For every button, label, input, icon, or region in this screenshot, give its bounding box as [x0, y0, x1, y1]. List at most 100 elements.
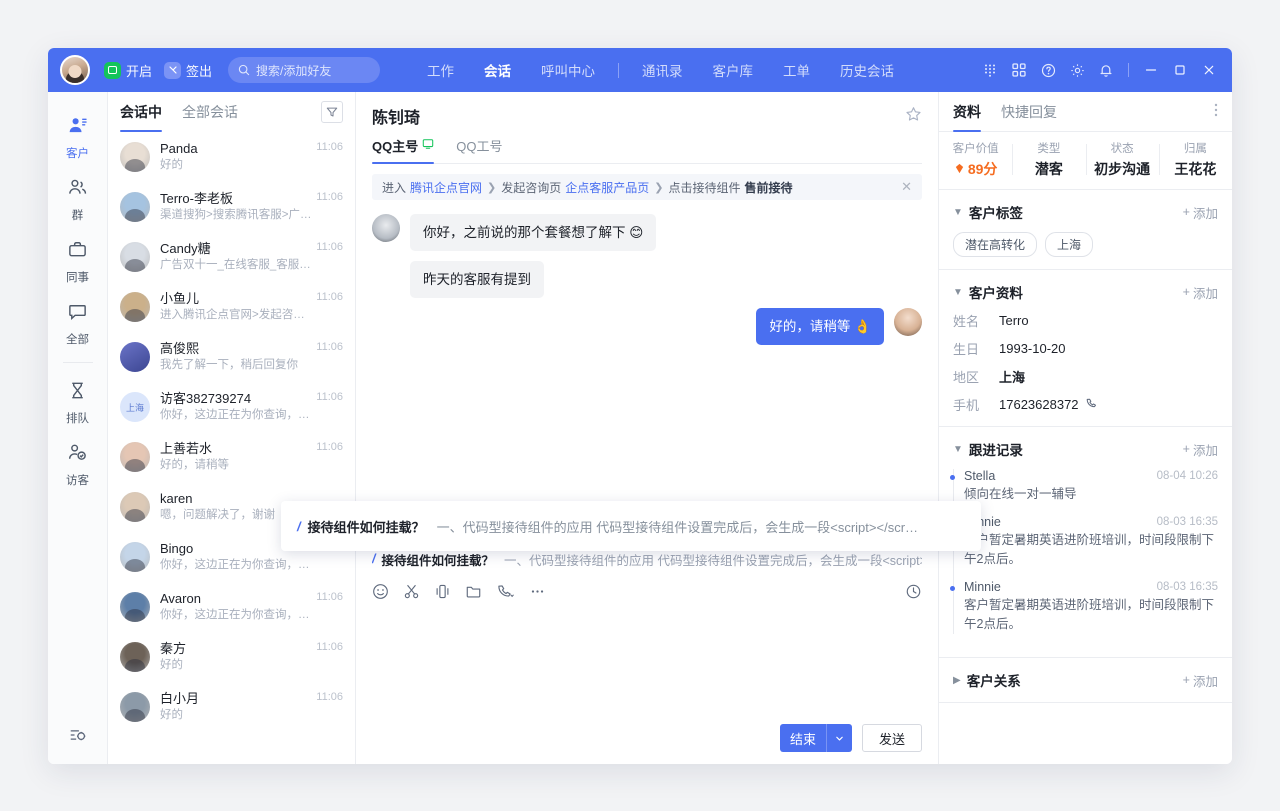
list-item[interactable]: 上海访客382739274 你好，这边正在为你查询，请稍等11:06	[108, 382, 355, 432]
search-input[interactable]: 搜索/添加好友	[228, 57, 381, 83]
phone-call-icon[interactable]	[496, 583, 515, 600]
chevron-down-icon[interactable]: ▼	[953, 444, 963, 455]
sidebar-label-visitor: 访客	[66, 475, 89, 487]
message-bubble[interactable]: 好的，请稍等 👌	[756, 308, 884, 345]
section-header[interactable]: ▶ 客户关系 + 添加	[953, 670, 1218, 690]
phone-icon[interactable]	[1085, 397, 1098, 413]
follow-record-text: 倾向在线一对一辅导	[964, 487, 1077, 501]
tab-qq-worker[interactable]: QQ工号	[456, 136, 502, 163]
list-item[interactable]: Panda 好的 11:06	[108, 132, 355, 182]
tab-profile[interactable]: 资料	[953, 92, 981, 132]
breadcrumb-link-2[interactable]: 企点客服产品页	[565, 179, 649, 196]
star-outline-icon[interactable]	[905, 106, 922, 128]
presence-toggle[interactable]: 开启	[104, 61, 152, 80]
message-bubble[interactable]: 你好，之前说的那个套餐想了解下 😊	[410, 214, 657, 251]
bell-icon[interactable]	[1093, 57, 1119, 83]
more-ellipsis-icon[interactable]	[529, 583, 546, 600]
quick-reply-popup[interactable]: / 接待组件如何挂载？ 一、代码型接待组件的应用 代码型接待组件设置完成后，会生…	[281, 501, 981, 551]
list-item-preview: 你好，这边正在为你查询，请稍等	[160, 559, 315, 571]
dialpad-icon[interactable]	[977, 57, 1003, 83]
chevron-down-icon[interactable]: ▼	[953, 207, 963, 218]
tab-in-session[interactable]: 会话中	[120, 93, 162, 132]
add-profile-button[interactable]: + 添加	[1183, 283, 1218, 302]
add-tag-button[interactable]: + 添加	[1183, 203, 1218, 222]
filter-icon[interactable]	[321, 101, 343, 123]
sidebar-item-colleague[interactable]: 同事	[48, 230, 108, 292]
sidebar-item-group[interactable]: 群	[48, 168, 108, 230]
chevron-down-icon[interactable]	[825, 724, 852, 752]
message-input[interactable]	[372, 606, 922, 724]
list-item-name: 秦方	[160, 641, 187, 656]
nav-item-history[interactable]: 历史会话	[825, 48, 909, 92]
sidebar-item-queue[interactable]: 排队	[48, 371, 108, 433]
list-item[interactable]: 高俊熙 我先了解一下，稍后回复你 11:06	[108, 332, 355, 382]
app-window: 开启 签出 搜索/添加好友 工作 会话 呼叫中心 通讯录 客户库 工单 历史会话	[48, 48, 1232, 764]
sidebar-item-customer[interactable]: 客户	[48, 106, 108, 168]
section-header[interactable]: ▼ 客户资料 + 添加	[953, 282, 1218, 302]
chevron-right-icon[interactable]: ▶	[953, 675, 961, 686]
shake-icon[interactable]	[434, 583, 451, 600]
list-item[interactable]: Terro-李老板渠道搜狗>搜索腾讯客服>广告双十一_在线11:06	[108, 182, 355, 232]
chat-header: 陈钊琦 QQ主号 QQ工号	[356, 92, 938, 164]
section-header[interactable]: ▼ 客户标签 + 添加	[953, 202, 1218, 222]
diamond-icon	[954, 161, 965, 177]
user-avatar[interactable]	[60, 55, 90, 85]
folder-icon[interactable]	[465, 583, 482, 600]
close-icon[interactable]: ✕	[901, 179, 912, 195]
add-follow-button[interactable]: + 添加	[1183, 440, 1218, 459]
list-item[interactable]: 秦方 好的 11:06	[108, 632, 355, 682]
stat-customer-value: 客户价值 89分	[939, 140, 1012, 179]
tab-qq-main[interactable]: QQ主号	[372, 136, 435, 164]
signout-button[interactable]: 签出	[164, 61, 212, 80]
avatar	[372, 214, 400, 242]
close-icon[interactable]	[1196, 57, 1222, 83]
tab-quick-reply[interactable]: 快捷回复	[1001, 92, 1057, 131]
page-title: 陈钊琦	[372, 110, 421, 127]
breadcrumb-link-1[interactable]: 腾讯企点官网	[410, 179, 482, 196]
minimize-icon[interactable]	[1138, 57, 1164, 83]
follow-record-time: 08-04 10:26	[1156, 470, 1218, 482]
monitor-online-icon	[422, 138, 434, 153]
tag-item[interactable]: 上海	[1045, 232, 1094, 257]
list-item[interactable]: 上善若水 好的，请稍等 11:06	[108, 432, 355, 482]
nav-item-ticket[interactable]: 工单	[768, 48, 825, 92]
breadcrumb-separator-2: ❯	[654, 181, 664, 194]
nav-item-work[interactable]: 工作	[412, 48, 469, 92]
screenshot-scissors-icon[interactable]	[403, 583, 420, 600]
list-item[interactable]: Avaron 你好，这边正在为你查询，请稍等11:06	[108, 582, 355, 632]
tab-all-sessions[interactable]: 全部会话	[182, 93, 238, 131]
section-header[interactable]: ▼ 跟进记录 + 添加	[953, 439, 1218, 459]
message-list: 你好，之前说的那个套餐想了解下 😊 昨天的客服有提到好的，请稍等 👌	[356, 200, 938, 541]
conversation-tabs: 会话中 全部会话	[108, 92, 355, 132]
conversation-scroll[interactable]: Panda好的11:06Terro-李老板渠道搜狗>搜索腾讯客服>广告双十一_在…	[108, 132, 355, 764]
message-bubble[interactable]: 昨天的客服有提到	[410, 261, 544, 298]
nav-item-session[interactable]: 会话	[469, 48, 526, 92]
sidebar-label-queue: 排队	[66, 413, 89, 425]
emoji-icon[interactable]	[372, 583, 389, 600]
chevron-down-icon[interactable]: ▼	[953, 287, 963, 298]
follow-record-text: 客户暂定暑期英语进阶班培训，时间段限制下午2点后。	[964, 533, 1215, 566]
sidebar-item-visitor[interactable]: 访客	[48, 433, 108, 495]
nav-item-contacts[interactable]: 通讯录	[627, 48, 698, 92]
section-title: 客户标签	[968, 206, 1023, 221]
settings-gear-icon[interactable]	[1064, 57, 1090, 83]
nav-item-call-center[interactable]: 呼叫中心	[526, 48, 610, 92]
search-icon	[238, 64, 250, 76]
sidebar-item-all[interactable]: 全部	[48, 292, 108, 354]
help-icon[interactable]	[1035, 57, 1061, 83]
send-button[interactable]: 发送	[861, 724, 922, 752]
settings-sliders-icon[interactable]	[68, 725, 88, 750]
add-relation-button[interactable]: + 添加	[1183, 671, 1218, 690]
history-clock-icon[interactable]	[905, 583, 922, 600]
end-session-button[interactable]: 结束	[779, 724, 852, 752]
tag-item[interactable]: 潜在高转化	[953, 232, 1038, 257]
nav-item-customer-library[interactable]: 客户库	[698, 48, 769, 92]
more-vertical-icon[interactable]	[1214, 102, 1218, 121]
list-item[interactable]: Candy糖广告双十一_在线客服_客服机器人>进入腾11:06	[108, 232, 355, 282]
list-item[interactable]: 白小月 好的 11:06	[108, 682, 355, 732]
breadcrumb-current: 售前接待	[744, 180, 793, 195]
list-item[interactable]: 小鱼儿进入腾讯企点官网>发起咨询页企点客服产11:06	[108, 282, 355, 332]
list-item-time: 11:06	[316, 191, 343, 203]
apps-grid-icon[interactable]	[1006, 57, 1032, 83]
maximize-icon[interactable]	[1167, 57, 1193, 83]
